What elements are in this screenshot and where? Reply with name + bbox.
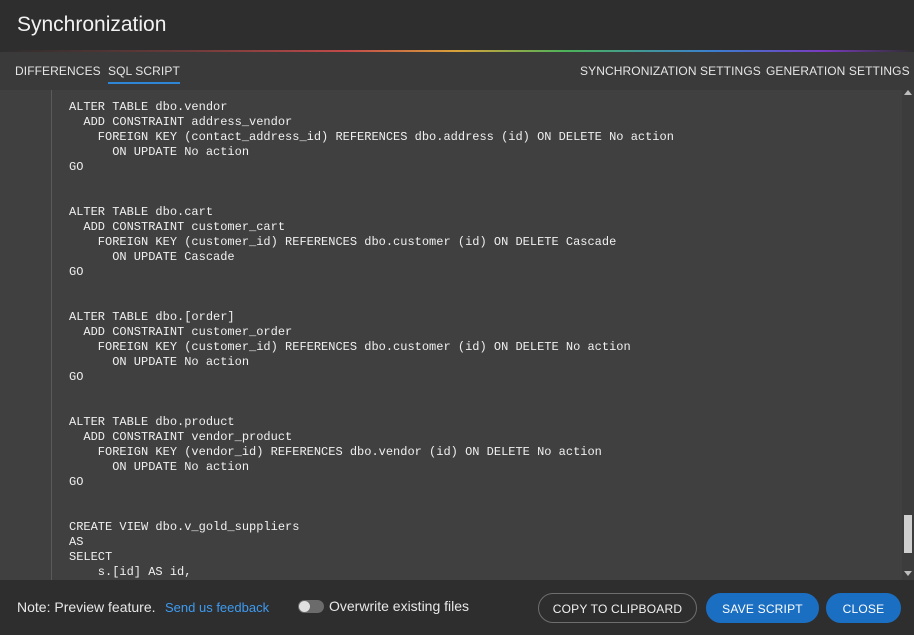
scroll-up-icon[interactable] xyxy=(904,90,912,95)
code-line: GO xyxy=(69,265,84,279)
code-line: FOREIGN KEY (customer_id) REFERENCES dbo… xyxy=(69,235,617,249)
tab-differences[interactable]: DIFFERENCES xyxy=(15,64,101,78)
send-feedback-link[interactable]: Send us feedback xyxy=(165,600,269,615)
code-line: ADD CONSTRAINT customer_order xyxy=(69,325,293,339)
code-line: SELECT xyxy=(69,550,113,564)
footer-bar: Note: Preview feature. Send us feedback … xyxy=(0,580,914,635)
copy-to-clipboard-button[interactable]: COPY TO CLIPBOARD xyxy=(538,593,697,623)
save-script-button[interactable]: SAVE SCRIPT xyxy=(706,593,819,623)
code-line: AS xyxy=(69,535,84,549)
code-line: ADD CONSTRAINT address_vendor xyxy=(69,115,293,129)
synchronization-dialog: Synchronization DIFFERENCES SQL SCRIPT S… xyxy=(0,0,914,635)
code-line: FOREIGN KEY (vendor_id) REFERENCES dbo.v… xyxy=(69,445,602,459)
code-line: s.[id] AS id, xyxy=(69,565,192,579)
close-button[interactable]: CLOSE xyxy=(826,593,901,623)
vertical-scrollbar[interactable] xyxy=(902,90,914,580)
code-line: ALTER TABLE dbo.cart xyxy=(69,205,214,219)
overwrite-toggle[interactable] xyxy=(298,600,324,613)
scroll-down-icon[interactable] xyxy=(904,571,912,576)
tab-bar: DIFFERENCES SQL SCRIPT SYNCHRONIZATION S… xyxy=(0,52,914,90)
code-line: ALTER TABLE dbo.vendor xyxy=(69,100,228,114)
code-line: ON UPDATE No action xyxy=(69,355,250,369)
sql-script-editor[interactable]: ALTER TABLE dbo.vendor ADD CONSTRAINT ad… xyxy=(0,90,914,580)
code-line: ON UPDATE No action xyxy=(69,460,250,474)
window-title: Synchronization xyxy=(17,13,167,36)
editor-gutter-divider xyxy=(51,90,52,580)
preview-note: Note: Preview feature. xyxy=(17,599,156,615)
code-line: CREATE VIEW dbo.v_gold_suppliers xyxy=(69,520,300,534)
tab-synchronization-settings[interactable]: SYNCHRONIZATION SETTINGS xyxy=(580,64,761,78)
code-line: ADD CONSTRAINT customer_cart xyxy=(69,220,286,234)
overwrite-toggle-label: Overwrite existing files xyxy=(329,598,470,614)
toggle-knob xyxy=(299,601,310,612)
code-line: ALTER TABLE dbo.[order] xyxy=(69,310,235,324)
sql-script-text: ALTER TABLE dbo.vendor ADD CONSTRAINT ad… xyxy=(69,100,674,580)
tab-generation-settings[interactable]: GENERATION SETTINGS xyxy=(766,64,910,78)
scrollbar-thumb[interactable] xyxy=(904,515,912,553)
code-line: ON UPDATE No action xyxy=(69,145,250,159)
title-bar: Synchronization xyxy=(0,0,914,50)
code-line: FOREIGN KEY (contact_address_id) REFEREN… xyxy=(69,130,674,144)
code-line: GO xyxy=(69,370,84,384)
code-line: ADD CONSTRAINT vendor_product xyxy=(69,430,293,444)
tab-sql-script[interactable]: SQL SCRIPT xyxy=(108,64,180,84)
code-line: GO xyxy=(69,475,84,489)
code-line: GO xyxy=(69,160,84,174)
code-line: ALTER TABLE dbo.product xyxy=(69,415,235,429)
code-line: ON UPDATE Cascade xyxy=(69,250,235,264)
code-line: FOREIGN KEY (customer_id) REFERENCES dbo… xyxy=(69,340,631,354)
